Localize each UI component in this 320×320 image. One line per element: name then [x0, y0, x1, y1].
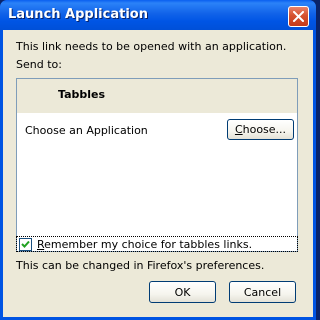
remember-choice-checkbox[interactable] [19, 238, 32, 251]
close-icon [293, 11, 304, 22]
handler-name: Tabbles [58, 88, 106, 101]
ok-button[interactable]: OK [149, 281, 216, 303]
launch-application-dialog: Launch Application This link needs to be… [0, 0, 316, 320]
title-bar[interactable]: Launch Application [0, 0, 316, 30]
message-text: This link needs to be opened with an app… [16, 40, 287, 53]
handler-header: Tabbles [17, 79, 297, 113]
window-title: Launch Application [8, 7, 148, 22]
cancel-button[interactable]: Cancel [229, 281, 296, 303]
remember-choice-row[interactable]: Remember my choice for tabbles links. [16, 236, 298, 252]
remember-choice-label: Remember my choice for tabbles links. [37, 238, 253, 251]
preferences-hint: This can be changed in Firefox's prefere… [16, 259, 265, 272]
dialog-body: This link needs to be opened with an app… [3, 30, 313, 317]
checkmark-icon [21, 240, 30, 248]
close-button[interactable] [288, 6, 309, 27]
send-to-label: Send to: [16, 58, 62, 71]
choose-application-label: Choose an Application [25, 124, 148, 137]
application-panel: Tabbles Choose an Application Choose... [16, 78, 298, 252]
choose-button[interactable]: Choose... [227, 119, 294, 140]
